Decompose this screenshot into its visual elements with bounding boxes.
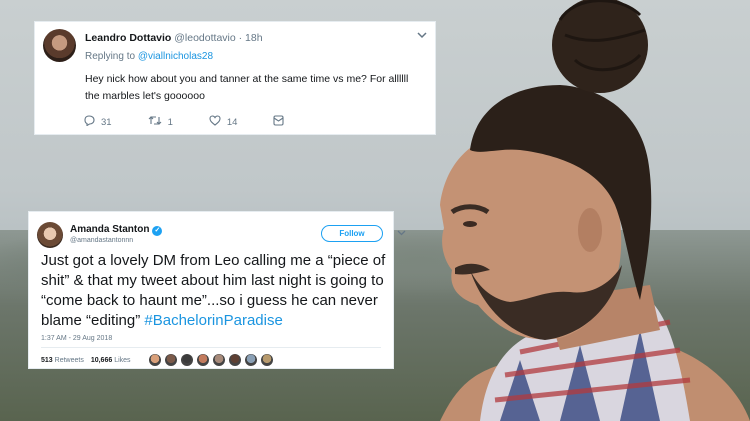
tweet-author: Leandro Dottavio @leodottavio · 18h <box>85 32 263 44</box>
reply-count: 31 <box>101 116 112 128</box>
tweet-stats: 513 Retweets 10,666 Likes <box>41 354 277 366</box>
author-handle[interactable]: @amandastantonnn <box>70 237 133 244</box>
retweet-button[interactable]: 1 <box>148 115 173 129</box>
tweet-text: Just got a lovely DM from Leo calling me… <box>41 251 387 331</box>
liker-avatar[interactable] <box>228 354 241 366</box>
verified-icon: ✓ <box>152 226 163 236</box>
liker-avatars <box>148 354 277 366</box>
message-button[interactable] <box>273 115 290 129</box>
likes-label[interactable]: Likes <box>114 357 130 364</box>
replying-to: Replying to @viallnicholas28 <box>85 51 213 62</box>
avatar[interactable] <box>37 222 63 248</box>
tweet-leandro[interactable]: Leandro Dottavio @leodottavio · 18h Repl… <box>34 21 436 135</box>
like-count: 14 <box>226 116 238 128</box>
heart-icon <box>209 115 221 129</box>
divider <box>41 347 381 348</box>
liker-avatar[interactable] <box>244 354 257 366</box>
liker-avatar[interactable] <box>180 354 193 366</box>
liker-avatar[interactable] <box>196 354 209 366</box>
replying-handle-link[interactable]: @viallnicholas28 <box>138 51 213 62</box>
retweet-count: 1 <box>167 116 173 128</box>
liker-avatar[interactable] <box>148 354 161 366</box>
reply-button[interactable]: 31 <box>83 115 112 129</box>
chevron-down-icon[interactable] <box>417 31 427 41</box>
tweet-amanda[interactable]: Amanda Stanton ✓ @amandastantonnn Follow … <box>28 211 406 369</box>
tweet-text: Hey nick how about you and tanner at the… <box>85 73 409 102</box>
liker-avatar[interactable] <box>164 354 177 366</box>
author-name[interactable]: Amanda Stanton <box>70 224 149 235</box>
like-button[interactable]: 14 <box>209 115 238 129</box>
retweet-icon <box>148 115 162 129</box>
author-name[interactable]: Leandro Dottavio <box>85 32 171 44</box>
tweet-time[interactable]: · 18h <box>239 32 263 44</box>
replying-prefix: Replying to <box>85 51 138 62</box>
tweet-actions: 31 1 14 <box>83 115 326 129</box>
hashtag-link[interactable]: #BachelorinParadise <box>144 312 282 329</box>
message-icon <box>273 115 285 129</box>
liker-avatar[interactable] <box>212 354 225 366</box>
follow-button[interactable]: Follow <box>321 225 383 242</box>
liker-avatar[interactable] <box>260 354 273 366</box>
chevron-down-icon[interactable] <box>397 229 406 238</box>
retweets-count[interactable]: 513 <box>41 357 53 364</box>
avatar[interactable] <box>43 29 76 62</box>
reply-icon <box>83 115 95 129</box>
likes-count[interactable]: 10,666 <box>91 357 112 364</box>
retweets-label[interactable]: Retweets <box>55 357 84 364</box>
author-handle[interactable]: @leodottavio <box>174 32 235 44</box>
tweet-author: Amanda Stanton ✓ <box>70 224 163 236</box>
tweet-timestamp[interactable]: 1:37 AM - 29 Aug 2018 <box>41 335 112 342</box>
